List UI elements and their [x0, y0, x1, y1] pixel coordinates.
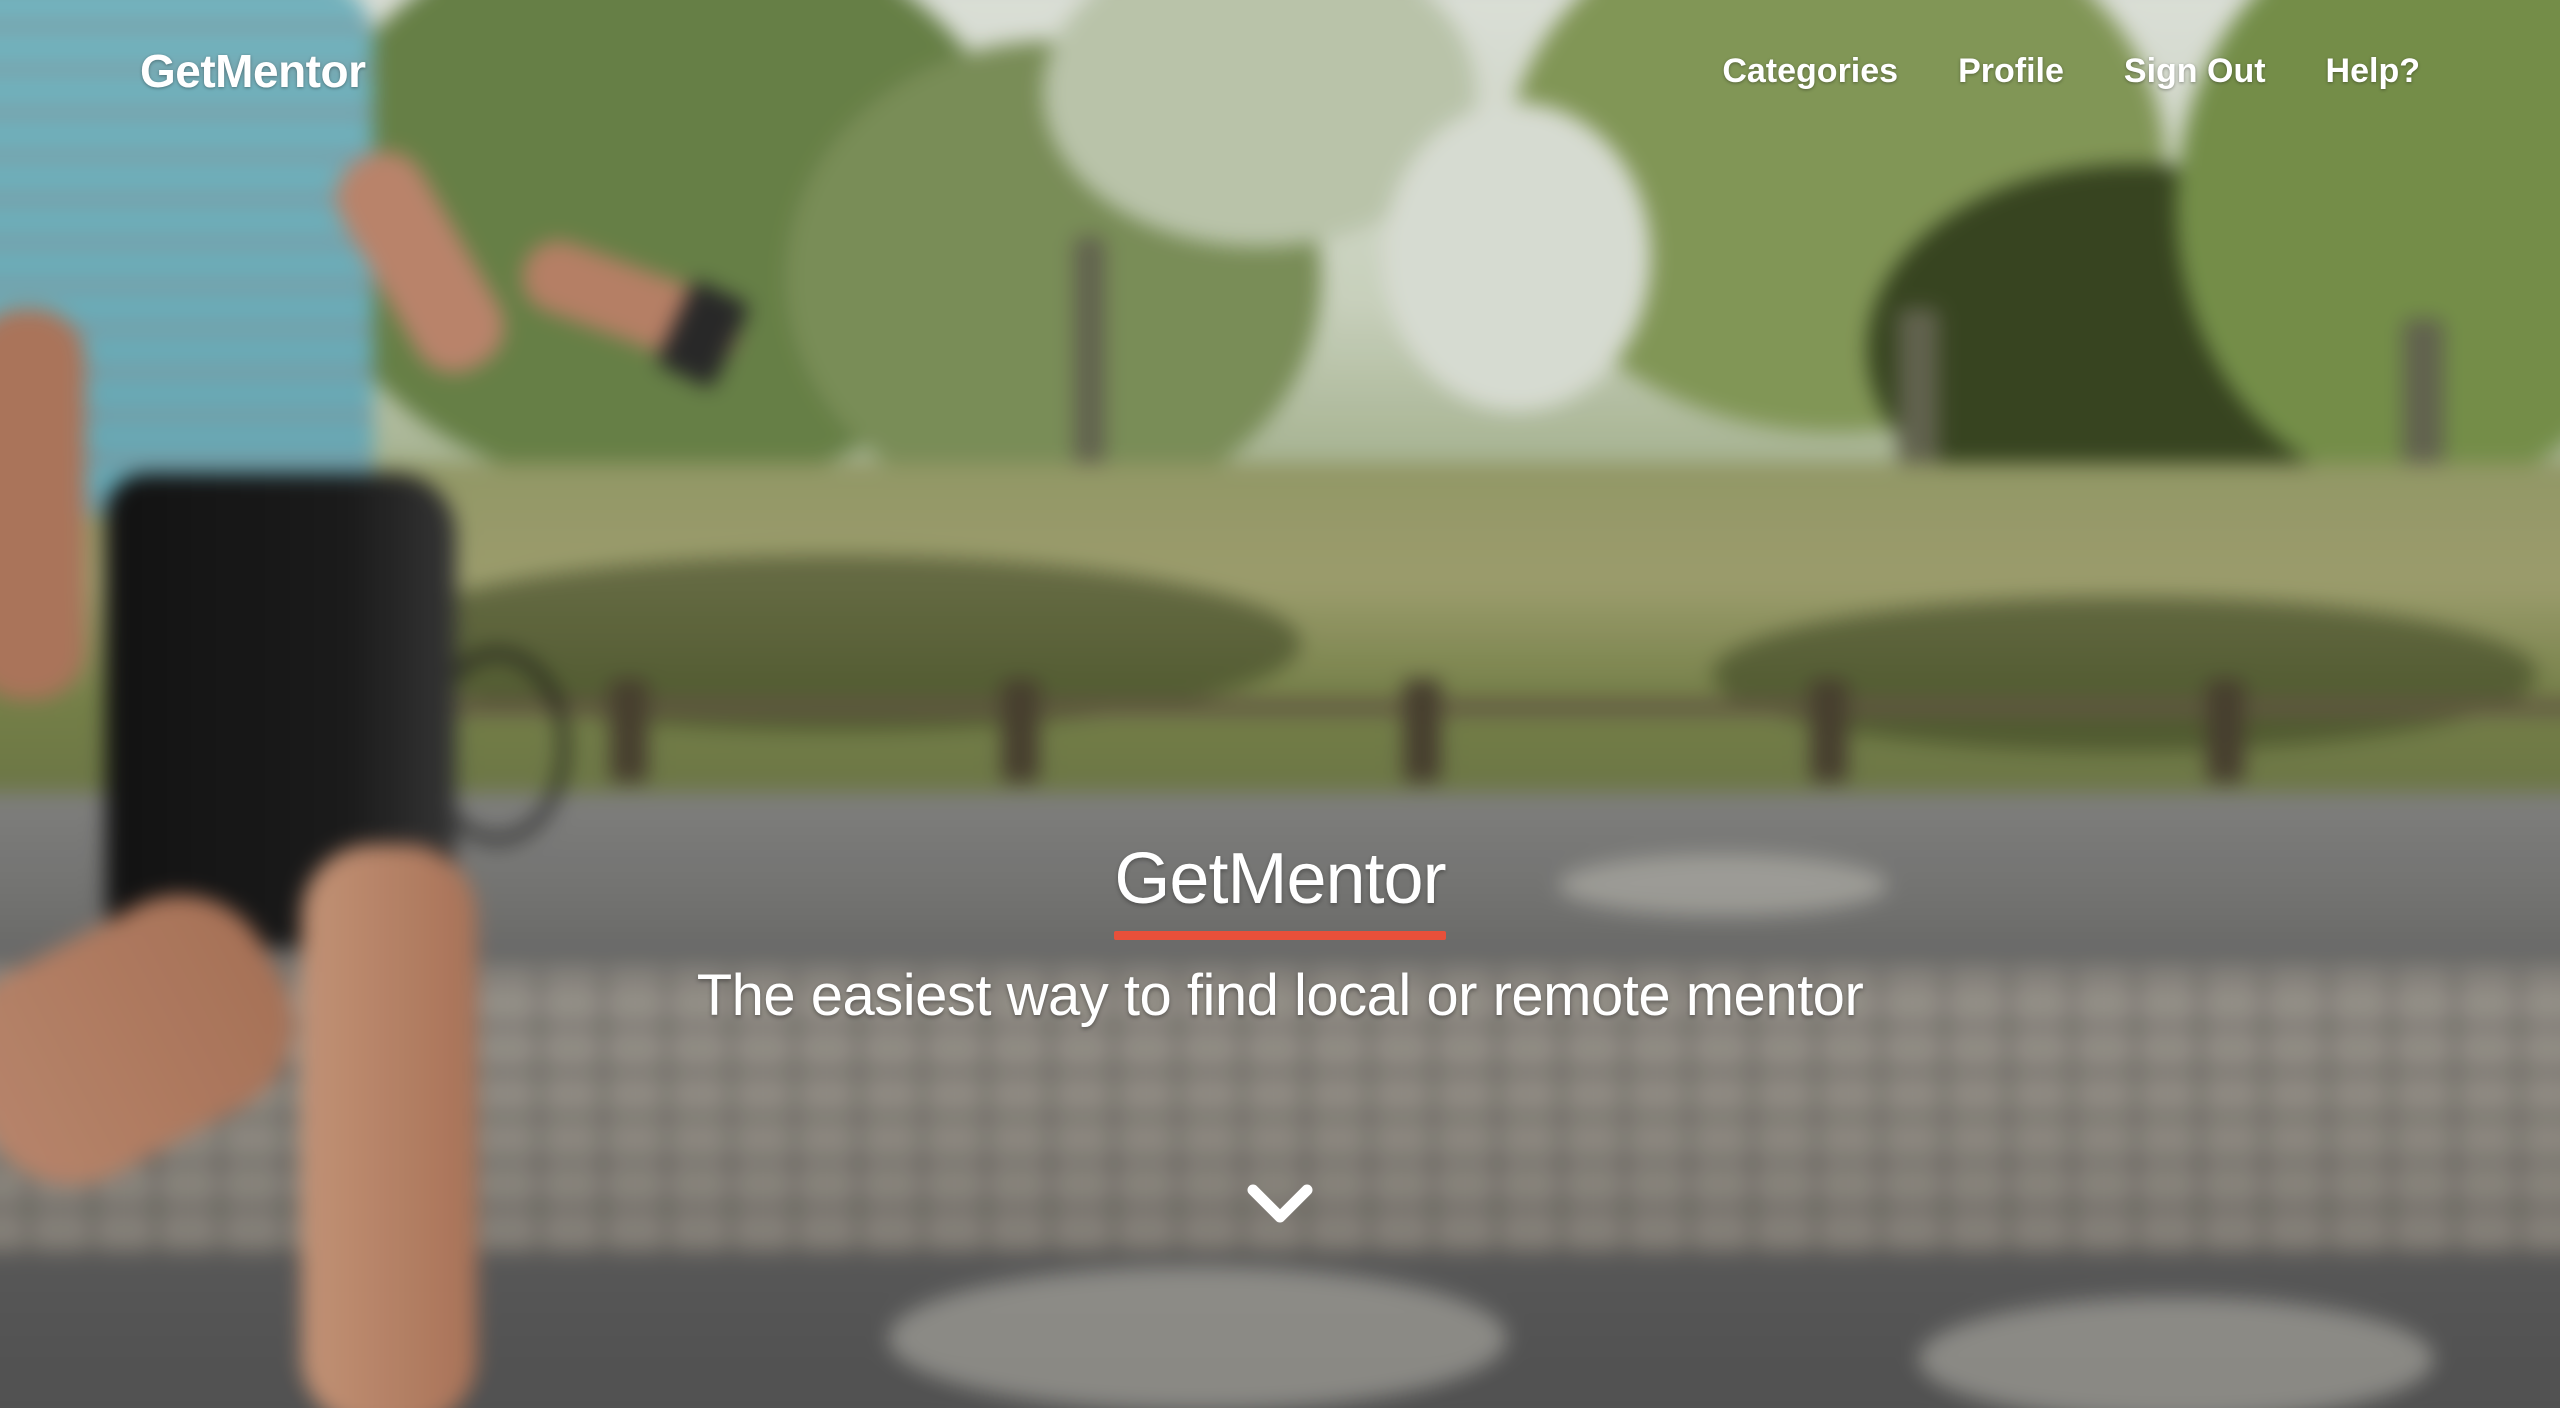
hero-tagline: The easiest way to find local or remote … [696, 963, 1864, 1029]
hero-section: GetMentor The easiest way to find local … [0, 839, 2560, 1029]
navbar: GetMentor Categories Profile Sign Out He… [0, 0, 2560, 150]
nav-link-profile[interactable]: Profile [1958, 52, 2064, 91]
nav-link-categories[interactable]: Categories [1722, 52, 1898, 91]
chevron-down-icon[interactable] [1245, 1180, 1315, 1230]
nav-link-sign-out[interactable]: Sign Out [2124, 52, 2266, 91]
hero-title: GetMentor [1114, 839, 1446, 919]
hero-title-underline [1114, 931, 1446, 941]
page: GetMentor Categories Profile Sign Out He… [0, 0, 2560, 1408]
hero-title-wrap: GetMentor [1114, 839, 1447, 941]
nav-link-help[interactable]: Help? [2326, 52, 2420, 91]
nav-links: Categories Profile Sign Out Help? [1722, 52, 2420, 91]
brand-logo-link[interactable]: GetMentor [140, 44, 366, 98]
